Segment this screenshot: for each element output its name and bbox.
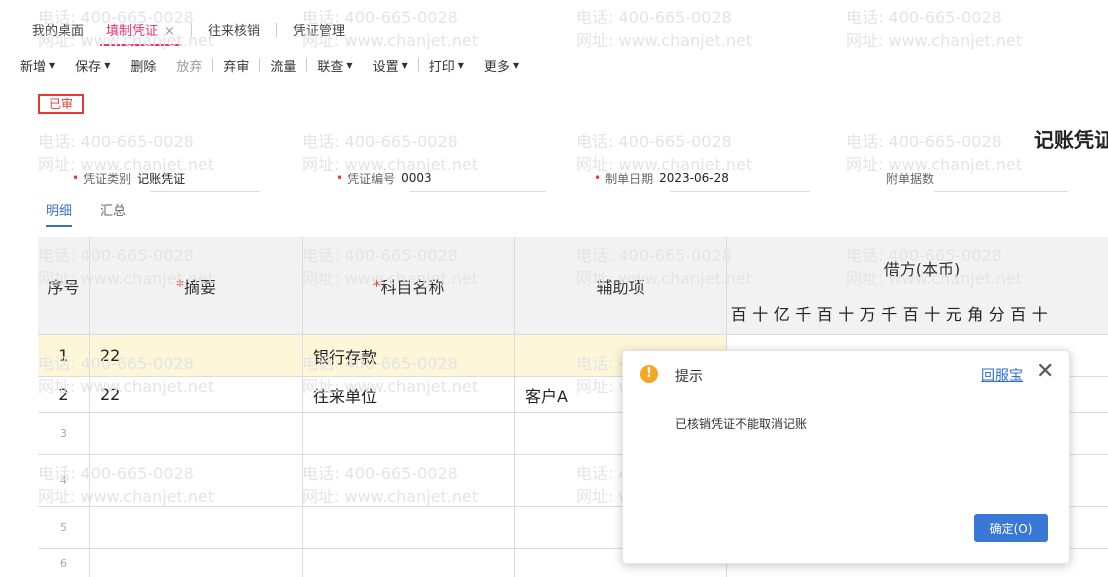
warning-icon: ! bbox=[640, 365, 658, 383]
add-button[interactable]: 新增 ▼ bbox=[10, 56, 65, 75]
help-link[interactable]: 回服宝 bbox=[981, 365, 1023, 385]
voucher-header-form: • 凭证类别 记账凭证 • 凭证编号 0003 • 制单日期 2023-06-2… bbox=[0, 166, 1108, 192]
tab-summary[interactable]: 汇总 bbox=[100, 200, 126, 227]
tab-desktop[interactable]: 我的桌面 bbox=[26, 14, 90, 48]
chevron-down-icon: ▼ bbox=[346, 60, 353, 70]
voucher-number-field[interactable]: • 凭证编号 0003 bbox=[336, 166, 432, 190]
table-row-account[interactable]: 银行存款 bbox=[303, 335, 515, 377]
table-row-summary[interactable] bbox=[90, 413, 303, 455]
table-row-account[interactable] bbox=[303, 549, 515, 577]
table-row-account[interactable]: 往来单位 bbox=[303, 377, 515, 413]
table-row-summary[interactable] bbox=[90, 507, 303, 549]
linked-query-button[interactable]: 联查 ▼ bbox=[307, 56, 362, 75]
toolbar: 新增 ▼ 保存 ▼ 删除 放弃 弃审 流量 联查 ▼ 设置 ▼ 打印 ▼ 更多 ▼ bbox=[0, 50, 1108, 80]
tab-reconciliation[interactable]: 往来核销 bbox=[202, 14, 266, 48]
table-row-seq: 4 bbox=[38, 455, 90, 507]
header-aux: 辅助项 bbox=[515, 237, 727, 335]
header-seq: 序号 bbox=[38, 237, 90, 335]
table-row-account[interactable] bbox=[303, 455, 515, 507]
table-row-account[interactable] bbox=[303, 413, 515, 455]
ok-button[interactable]: 确定(O) bbox=[974, 514, 1048, 542]
chevron-down-icon: ▼ bbox=[49, 60, 56, 70]
unaudit-button[interactable]: 弃审 bbox=[213, 56, 259, 75]
dialog-message: 已核销凭证不能取消记账 bbox=[675, 417, 808, 431]
header-debit: 借方(本币) bbox=[727, 237, 1108, 299]
table-row-seq: 5 bbox=[38, 507, 90, 549]
save-button[interactable]: 保存 ▼ bbox=[65, 56, 120, 75]
close-icon[interactable]: × bbox=[164, 24, 175, 39]
table-row-summary[interactable]: 22 bbox=[90, 335, 303, 377]
chevron-down-icon: ▼ bbox=[457, 60, 464, 70]
debit-digit-units: 百十亿千百十万千百十元角分百十 bbox=[730, 305, 1048, 324]
table-row-seq: 6 bbox=[38, 549, 90, 577]
discard-button[interactable]: 放弃 bbox=[166, 56, 212, 75]
tab-bar: 我的桌面 填制凭证 × 往来核销 凭证管理 bbox=[0, 14, 1108, 48]
tab-voucher-entry[interactable]: 填制凭证 × bbox=[100, 14, 181, 46]
table-row-summary[interactable] bbox=[90, 455, 303, 507]
cash-flow-button[interactable]: 流量 bbox=[260, 56, 306, 75]
table-row-seq: 3 bbox=[38, 413, 90, 455]
detail-tabs: 明细 汇总 bbox=[46, 200, 154, 227]
voucher-date-field[interactable]: • 制单日期 2023-06-28 bbox=[594, 166, 729, 190]
chevron-down-icon: ▼ bbox=[401, 60, 408, 70]
table-row-account[interactable] bbox=[303, 507, 515, 549]
chevron-down-icon: ▼ bbox=[104, 60, 111, 70]
tab-divider bbox=[275, 23, 277, 37]
close-icon[interactable]: ✕ bbox=[1036, 360, 1054, 384]
chevron-down-icon: ▼ bbox=[512, 60, 520, 70]
tab-voucher-management[interactable]: 凭证管理 bbox=[287, 14, 351, 48]
delete-button[interactable]: 删除 bbox=[120, 56, 166, 75]
tab-detail[interactable]: 明细 bbox=[46, 200, 73, 227]
settings-button[interactable]: 设置 ▼ bbox=[363, 56, 418, 75]
table-row-summary[interactable] bbox=[90, 549, 303, 577]
voucher-category-field[interactable]: • 凭证类别 记账凭证 bbox=[72, 166, 185, 190]
more-button[interactable]: 更多 ▼ bbox=[474, 56, 529, 75]
header-account: * 科目名称 bbox=[303, 237, 515, 335]
page-title: 记账凭证 bbox=[1034, 128, 1108, 152]
tab-divider bbox=[190, 23, 192, 37]
print-button[interactable]: 打印 ▼ bbox=[419, 56, 474, 75]
attachment-count-field[interactable]: 附单据数 bbox=[886, 166, 940, 190]
header-summary: * 摘要 bbox=[90, 237, 303, 335]
table-row-seq: 2 bbox=[38, 377, 90, 413]
dialog-title: 提示 bbox=[675, 369, 703, 385]
table-row-seq: 1 bbox=[38, 335, 90, 377]
audited-stamp: 已审 bbox=[38, 94, 85, 114]
table-row-summary[interactable]: 22 bbox=[90, 377, 303, 413]
alert-dialog: ! 提示 回服宝 ✕ 已核销凭证不能取消记账 确定(O) bbox=[622, 350, 1070, 564]
